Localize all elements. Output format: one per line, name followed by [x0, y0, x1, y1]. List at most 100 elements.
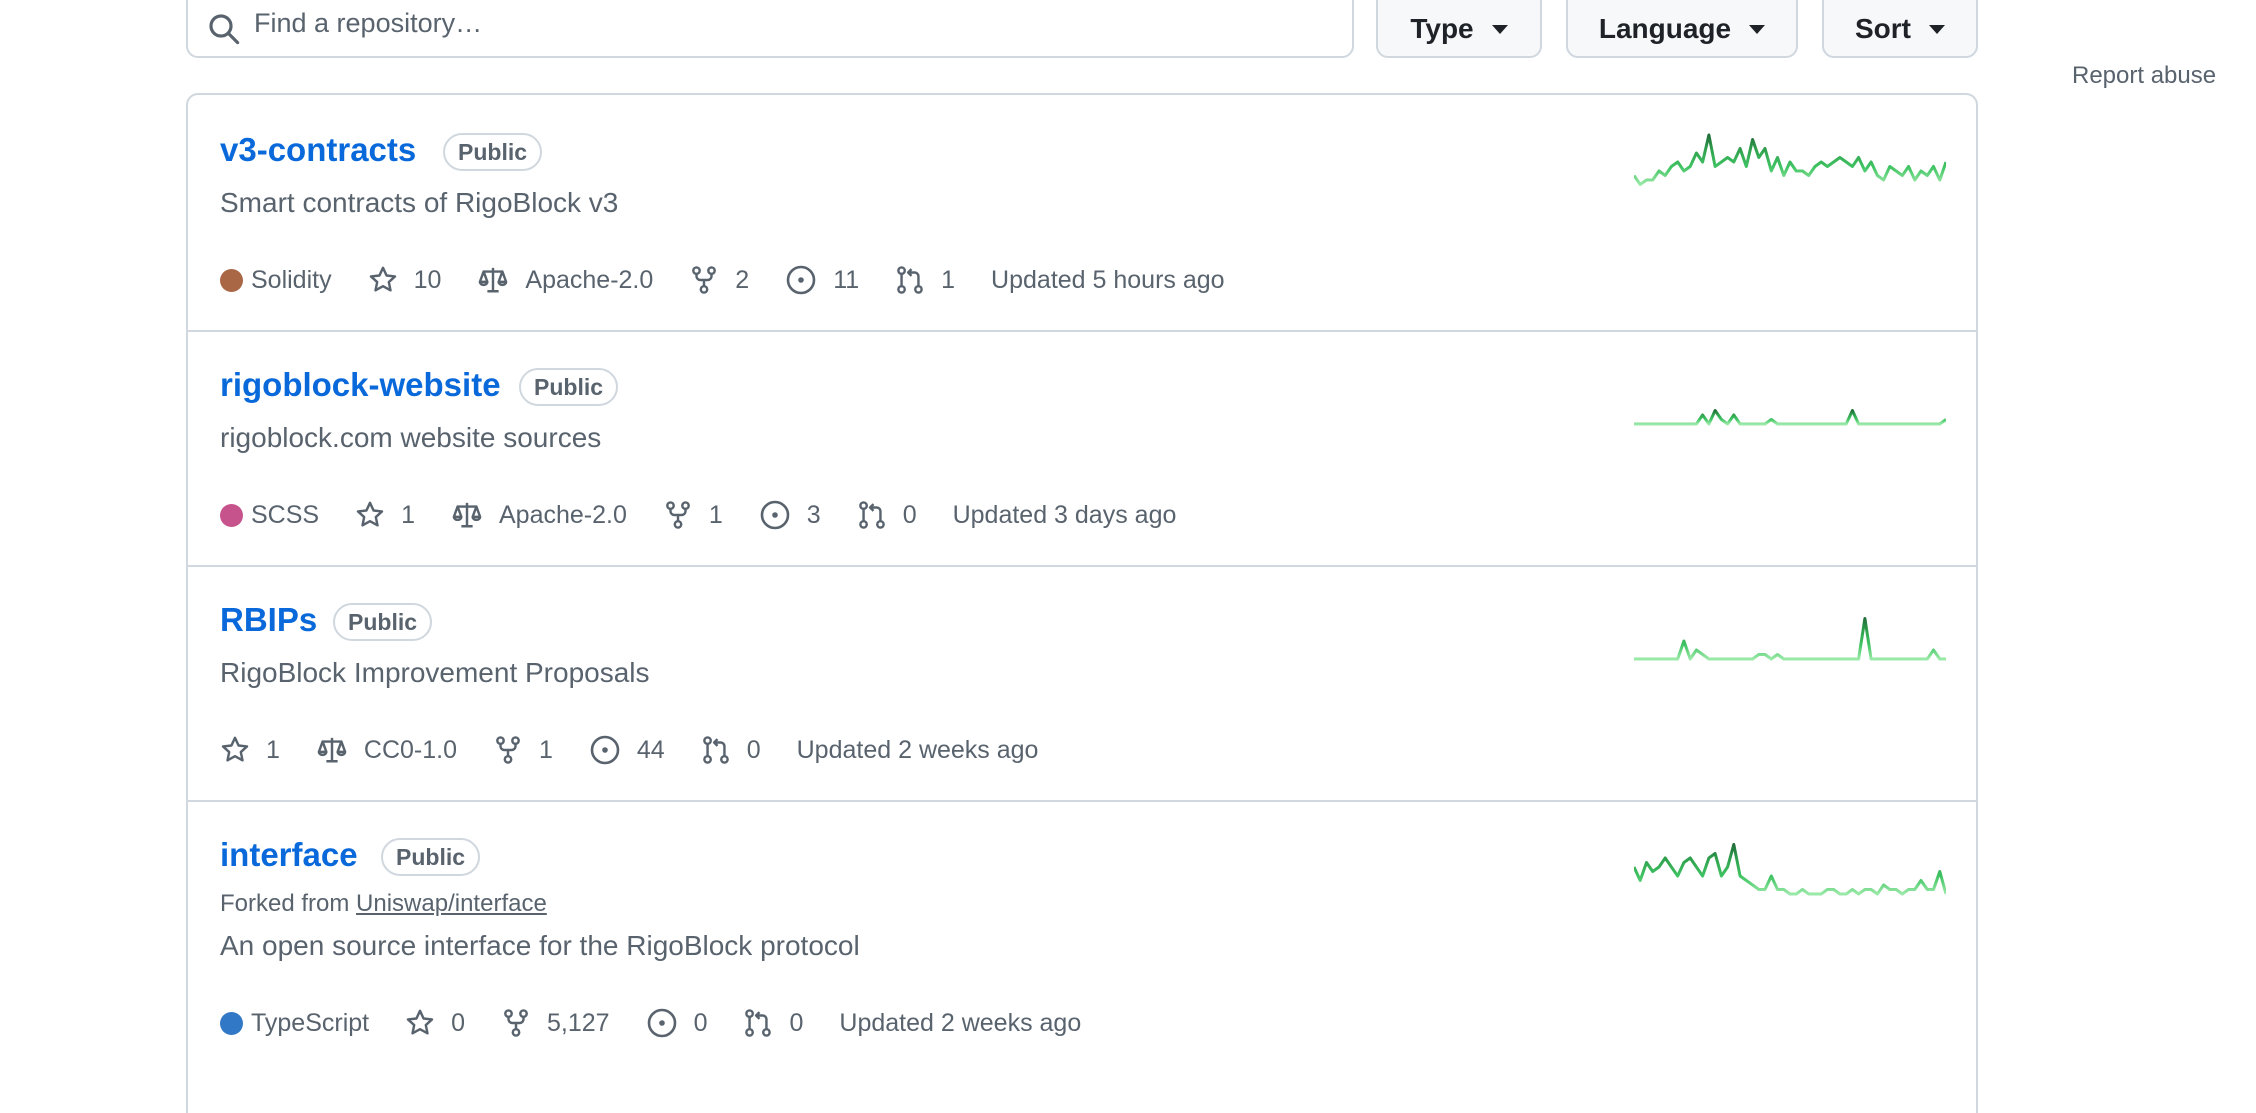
forked-from-label: Forked from [220, 890, 350, 917]
activity-sparkline [1634, 409, 1946, 426]
activity-line [1634, 409, 1946, 426]
stars-count: 10 [413, 265, 442, 294]
forked-from-link[interactable]: Uniswap/interface [356, 890, 547, 917]
list-item: interface Public Forked from Uniswap/int… [188, 800, 1976, 1090]
list-item: rigoblock-website Public rigoblock.com w… [188, 330, 1976, 567]
language-info: SCSS [220, 501, 319, 530]
stars-count: 0 [451, 1008, 466, 1037]
forks-link[interactable]: 1 [493, 735, 553, 765]
activity-sparkline [1634, 843, 1946, 896]
pull-request-icon [702, 736, 729, 764]
list-item: RBIPs Public RigoBlock Improvement Propo… [188, 565, 1976, 802]
law-icon [452, 502, 482, 528]
updated-time: Updated 5 hours ago [991, 265, 1225, 294]
forks-link[interactable]: 2 [689, 265, 749, 295]
language-filter-label: Language [1598, 13, 1732, 44]
issue-icon [760, 500, 790, 530]
language-name: Solidity [251, 265, 332, 294]
star-icon [356, 501, 384, 527]
list-item: v3-contracts Public Smart contracts of R… [188, 95, 1976, 332]
forks-link[interactable]: 1 [663, 500, 723, 530]
star-icon [406, 1009, 434, 1035]
pull-requests-link[interactable]: 0 [743, 1008, 803, 1038]
pull-requests-count: 0 [789, 1008, 804, 1037]
sort-filter-button[interactable]: Sort [1822, 0, 1978, 58]
pull-requests-link[interactable]: 1 [895, 265, 955, 295]
activity-sparkline [1634, 617, 1946, 661]
activity-line [1634, 617, 1946, 661]
license-info: Apache-2.0 [451, 500, 627, 530]
report-abuse-link[interactable]: Report abuse [2072, 62, 2216, 90]
license-name: Apache-2.0 [499, 500, 627, 529]
stars-link[interactable]: 0 [405, 1008, 465, 1038]
issues-link[interactable]: 11 [785, 264, 859, 296]
type-filter-button[interactable]: Type [1376, 0, 1542, 58]
issues-count: 11 [833, 265, 860, 294]
sort-filter-label: Sort [1855, 13, 1911, 44]
star-icon [369, 266, 396, 292]
language-name: TypeScript [251, 1008, 370, 1037]
repo-meta: SCSS 1 Apache-2.0 1 3 0 Updated 3 days a… [220, 495, 1212, 535]
language-info: TypeScript [220, 1009, 369, 1038]
visibility-badge: Public [443, 133, 543, 171]
activity-line [1634, 133, 1946, 186]
fork-icon [504, 1009, 528, 1037]
updated-time: Updated 2 weeks ago [839, 1008, 1082, 1037]
language-filter-button[interactable]: Language [1566, 0, 1798, 58]
forks-count: 1 [708, 500, 723, 529]
repo-name-link[interactable]: v3-contracts [220, 131, 416, 169]
issues-count: 0 [693, 1008, 708, 1037]
chevron-down-icon [1491, 24, 1508, 34]
license-info: CC0-1.0 [316, 735, 457, 765]
type-filter-label: Type [1410, 13, 1474, 44]
repo-meta: 1 CC0-1.0 1 44 0 Updated 2 weeks ago [220, 730, 1074, 770]
language-color-dot [220, 268, 243, 292]
repo-meta: TypeScript 0 5,127 0 0 Updated 2 weeks a… [220, 1003, 1117, 1043]
law-icon [317, 737, 347, 763]
visibility-badge: Public [381, 838, 481, 876]
issues-count: 44 [636, 735, 665, 764]
repo-list: v3-contracts Public Smart contracts of R… [186, 93, 1978, 1113]
license-info: Apache-2.0 [477, 265, 653, 295]
repo-meta: Solidity 10 Apache-2.0 2 11 1 Updated 5 … [220, 260, 1261, 300]
issues-link[interactable]: 44 [589, 734, 665, 766]
forks-link[interactable]: 5,127 [501, 1008, 610, 1038]
pull-requests-link[interactable]: 0 [857, 500, 917, 530]
law-icon [479, 267, 508, 293]
stars-link[interactable]: 10 [368, 265, 442, 295]
issue-icon [647, 1008, 676, 1038]
repo-filter-bar: Type Language Sort [186, 0, 1978, 60]
visibility-badge: Public [519, 368, 619, 406]
repo-description: An open source interface for the RigoBlo… [220, 930, 860, 961]
repo-description: Smart contracts of RigoBlock v3 [220, 187, 619, 218]
language-info: Solidity [220, 266, 332, 295]
issues-count: 3 [806, 500, 821, 529]
pull-request-icon [858, 501, 885, 529]
fork-icon [665, 501, 690, 529]
stars-link[interactable]: 1 [220, 735, 280, 765]
repo-name-link[interactable]: interface [220, 836, 358, 874]
forks-count: 2 [735, 265, 750, 294]
forks-count: 1 [539, 735, 553, 764]
pull-requests-link[interactable]: 0 [701, 735, 761, 765]
fork-icon [692, 266, 717, 294]
stars-count: 1 [401, 500, 415, 529]
fork-icon [496, 736, 520, 764]
repo-name-link[interactable]: RBIPs [220, 601, 317, 639]
issues-link[interactable]: 3 [759, 499, 821, 531]
search-input[interactable] [252, 2, 1336, 44]
stars-link[interactable]: 1 [355, 500, 415, 530]
chevron-down-icon [1749, 24, 1766, 34]
activity-sparkline [1634, 133, 1946, 186]
forked-from-info: Forked from Uniswap/interface [220, 890, 547, 918]
license-name: Apache-2.0 [525, 265, 654, 294]
activity-line [1634, 843, 1946, 896]
issue-icon [590, 735, 620, 765]
repo-search-box[interactable] [186, 0, 1354, 58]
repo-name-link[interactable]: rigoblock-website [220, 366, 501, 404]
issues-link[interactable]: 0 [646, 1007, 708, 1039]
language-color-dot [220, 1011, 243, 1035]
search-icon [209, 14, 240, 45]
issue-icon [786, 265, 816, 295]
pull-request-icon [745, 1009, 772, 1037]
